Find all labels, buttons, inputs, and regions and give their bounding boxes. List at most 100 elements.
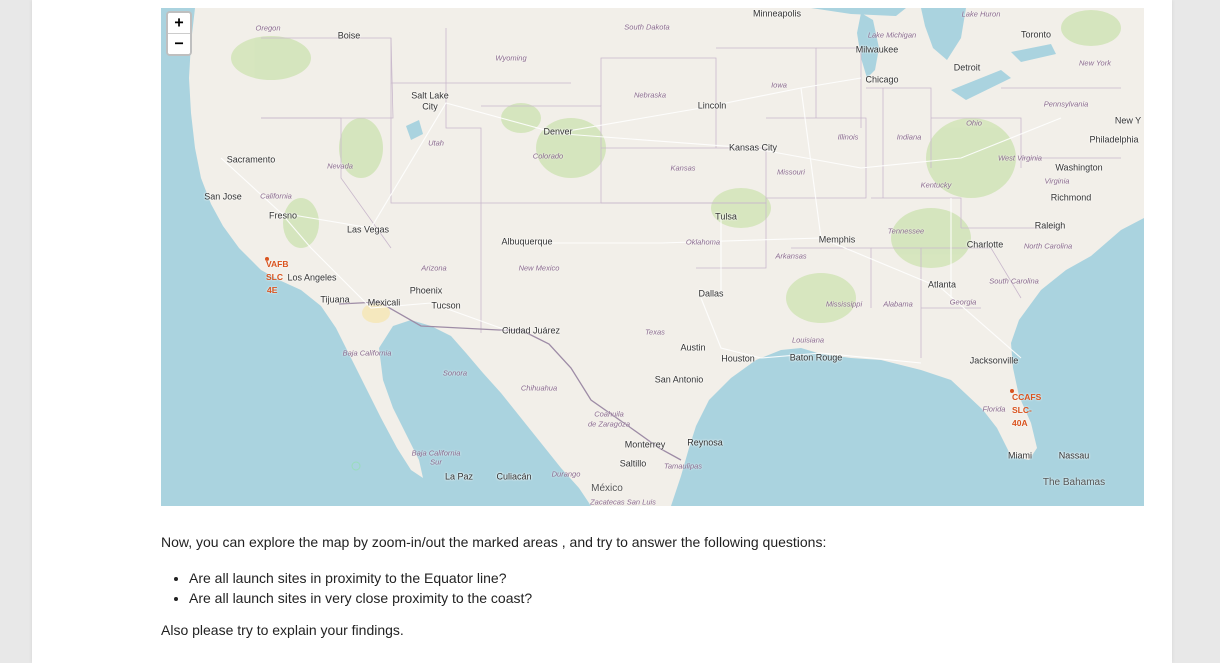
state-label: Florida xyxy=(982,404,1006,414)
city-label: Charlotte xyxy=(966,239,1004,250)
launch-site-label: 40A xyxy=(1012,418,1028,428)
city-label: Houston xyxy=(721,353,755,364)
city-label: Minneapolis xyxy=(752,8,802,19)
city-label: Tijuana xyxy=(320,294,350,305)
state-label: California xyxy=(260,191,292,201)
city-label: Ciudad Juárez xyxy=(501,325,561,336)
city-label: San Antonio xyxy=(654,374,704,385)
city-label: Phoenix xyxy=(409,285,443,296)
state-label: Nebraska xyxy=(633,90,667,100)
city-label: Nassau xyxy=(1058,450,1090,461)
city-label: Salt Lake xyxy=(411,90,449,101)
launch-sites-east[interactable]: CCAFS SLC- 40A xyxy=(1012,391,1041,430)
outro-paragraph: Also please try to explain your findings… xyxy=(161,622,404,638)
launch-site-label: SLC- xyxy=(1012,405,1032,415)
state-label: Colorado xyxy=(532,151,564,161)
city-label: Atlanta xyxy=(927,279,957,290)
state-label: North Carolina xyxy=(1023,241,1073,251)
zoom-out-button[interactable]: − xyxy=(168,33,190,54)
city-label: Philadelphia xyxy=(1089,134,1139,145)
question-list: Are all launch sites in proximity to the… xyxy=(161,568,532,608)
state-label: Sur xyxy=(430,457,442,467)
state-label: Sonora xyxy=(442,368,468,378)
state-label: Kentucky xyxy=(920,180,952,190)
city-label: Chicago xyxy=(865,74,899,85)
state-label: Georgia xyxy=(949,297,977,307)
city-label: Culiacán xyxy=(496,471,532,482)
state-label: New Mexico xyxy=(518,263,560,273)
state-label: Oregon xyxy=(255,23,281,33)
state-label: Missouri xyxy=(777,167,805,177)
state-label: Oklahoma xyxy=(685,237,721,247)
city-label: New Y xyxy=(1114,115,1142,126)
city-label: Las Vegas xyxy=(346,224,390,235)
zoom-in-button[interactable]: + xyxy=(168,13,190,33)
state-label: Louisiana xyxy=(791,335,825,345)
state-label: Iowa xyxy=(771,80,787,90)
list-item: Are all launch sites in very close proxi… xyxy=(189,588,532,608)
city-label: Albuquerque xyxy=(501,236,553,247)
city-label: City xyxy=(422,101,438,112)
country-label: México xyxy=(591,483,623,494)
state-label: Arizona xyxy=(421,263,447,273)
state-label: Kansas xyxy=(670,163,696,173)
state-label: South Carolina xyxy=(989,276,1039,286)
city-label: Boise xyxy=(337,30,361,41)
city-label: Toronto xyxy=(1020,29,1052,40)
city-label: Detroit xyxy=(953,62,981,73)
state-label: Baja California xyxy=(411,448,461,458)
intro-paragraph: Now, you can explore the map by zoom-in/… xyxy=(161,534,827,550)
state-label: Wyoming xyxy=(495,53,527,63)
launch-site-label: VAFB xyxy=(266,259,289,269)
city-label: La Paz xyxy=(444,471,474,482)
city-label: Washington xyxy=(1055,162,1103,173)
city-label: Tulsa xyxy=(715,211,737,222)
country-label: The Bahamas xyxy=(1042,477,1106,488)
city-label: Memphis xyxy=(818,234,856,245)
city-label: Mexicali xyxy=(367,297,401,308)
state-label: Lake Huron xyxy=(961,9,1001,19)
city-label: San Jose xyxy=(204,191,242,202)
state-label: New York xyxy=(1079,58,1111,68)
state-label: Coahuila xyxy=(594,409,624,419)
zoom-control: + − xyxy=(166,11,192,56)
state-label: de Zaragoza xyxy=(587,419,631,429)
city-label: Miami xyxy=(1008,450,1032,461)
state-label: Arkansas xyxy=(775,251,807,261)
state-label: Alabama xyxy=(883,299,913,309)
city-label: Fresno xyxy=(268,210,298,221)
city-label: Monterrey xyxy=(624,439,666,450)
state-label: Utah xyxy=(428,138,444,148)
city-label: Milwaukee xyxy=(855,44,899,55)
state-label: Mississippi xyxy=(825,299,863,309)
state-label: Illinois xyxy=(837,132,859,142)
city-label: Sacramento xyxy=(226,154,276,165)
city-label: Richmond xyxy=(1050,192,1092,203)
city-label: Tucson xyxy=(431,300,461,311)
state-label: Lake Michigan xyxy=(867,30,917,40)
city-label: Los Angeles xyxy=(287,272,337,283)
launch-sites-west[interactable]: VAFB SLC 4E xyxy=(266,258,289,297)
state-label: Chihuahua xyxy=(520,383,558,393)
state-label: South Dakota xyxy=(624,22,670,32)
state-label: Baja California xyxy=(342,348,392,358)
state-label: Pennsylvania xyxy=(1043,99,1089,109)
launch-site-label: CCAFS xyxy=(1012,392,1042,402)
state-label: Virginia xyxy=(1044,176,1070,186)
state-label: Nevada xyxy=(327,161,353,171)
launch-sites-map[interactable] xyxy=(161,8,1144,506)
launch-site-label: SLC xyxy=(266,272,283,282)
city-label: Jacksonville xyxy=(969,355,1019,366)
state-label: Tennessee xyxy=(887,226,925,236)
state-label: Indiana xyxy=(896,132,922,142)
city-label: Saltillo xyxy=(619,458,647,469)
city-label: Reynosa xyxy=(687,437,723,448)
city-label: Kansas City xyxy=(728,142,778,153)
state-label: Texas xyxy=(645,327,665,337)
city-label: Dallas xyxy=(698,288,724,299)
city-label: Austin xyxy=(680,342,706,353)
launch-site-label: 4E xyxy=(267,285,278,295)
city-label: Raleigh xyxy=(1034,220,1066,231)
list-item: Are all launch sites in proximity to the… xyxy=(189,568,532,588)
city-label: Baton Rouge xyxy=(789,352,843,363)
